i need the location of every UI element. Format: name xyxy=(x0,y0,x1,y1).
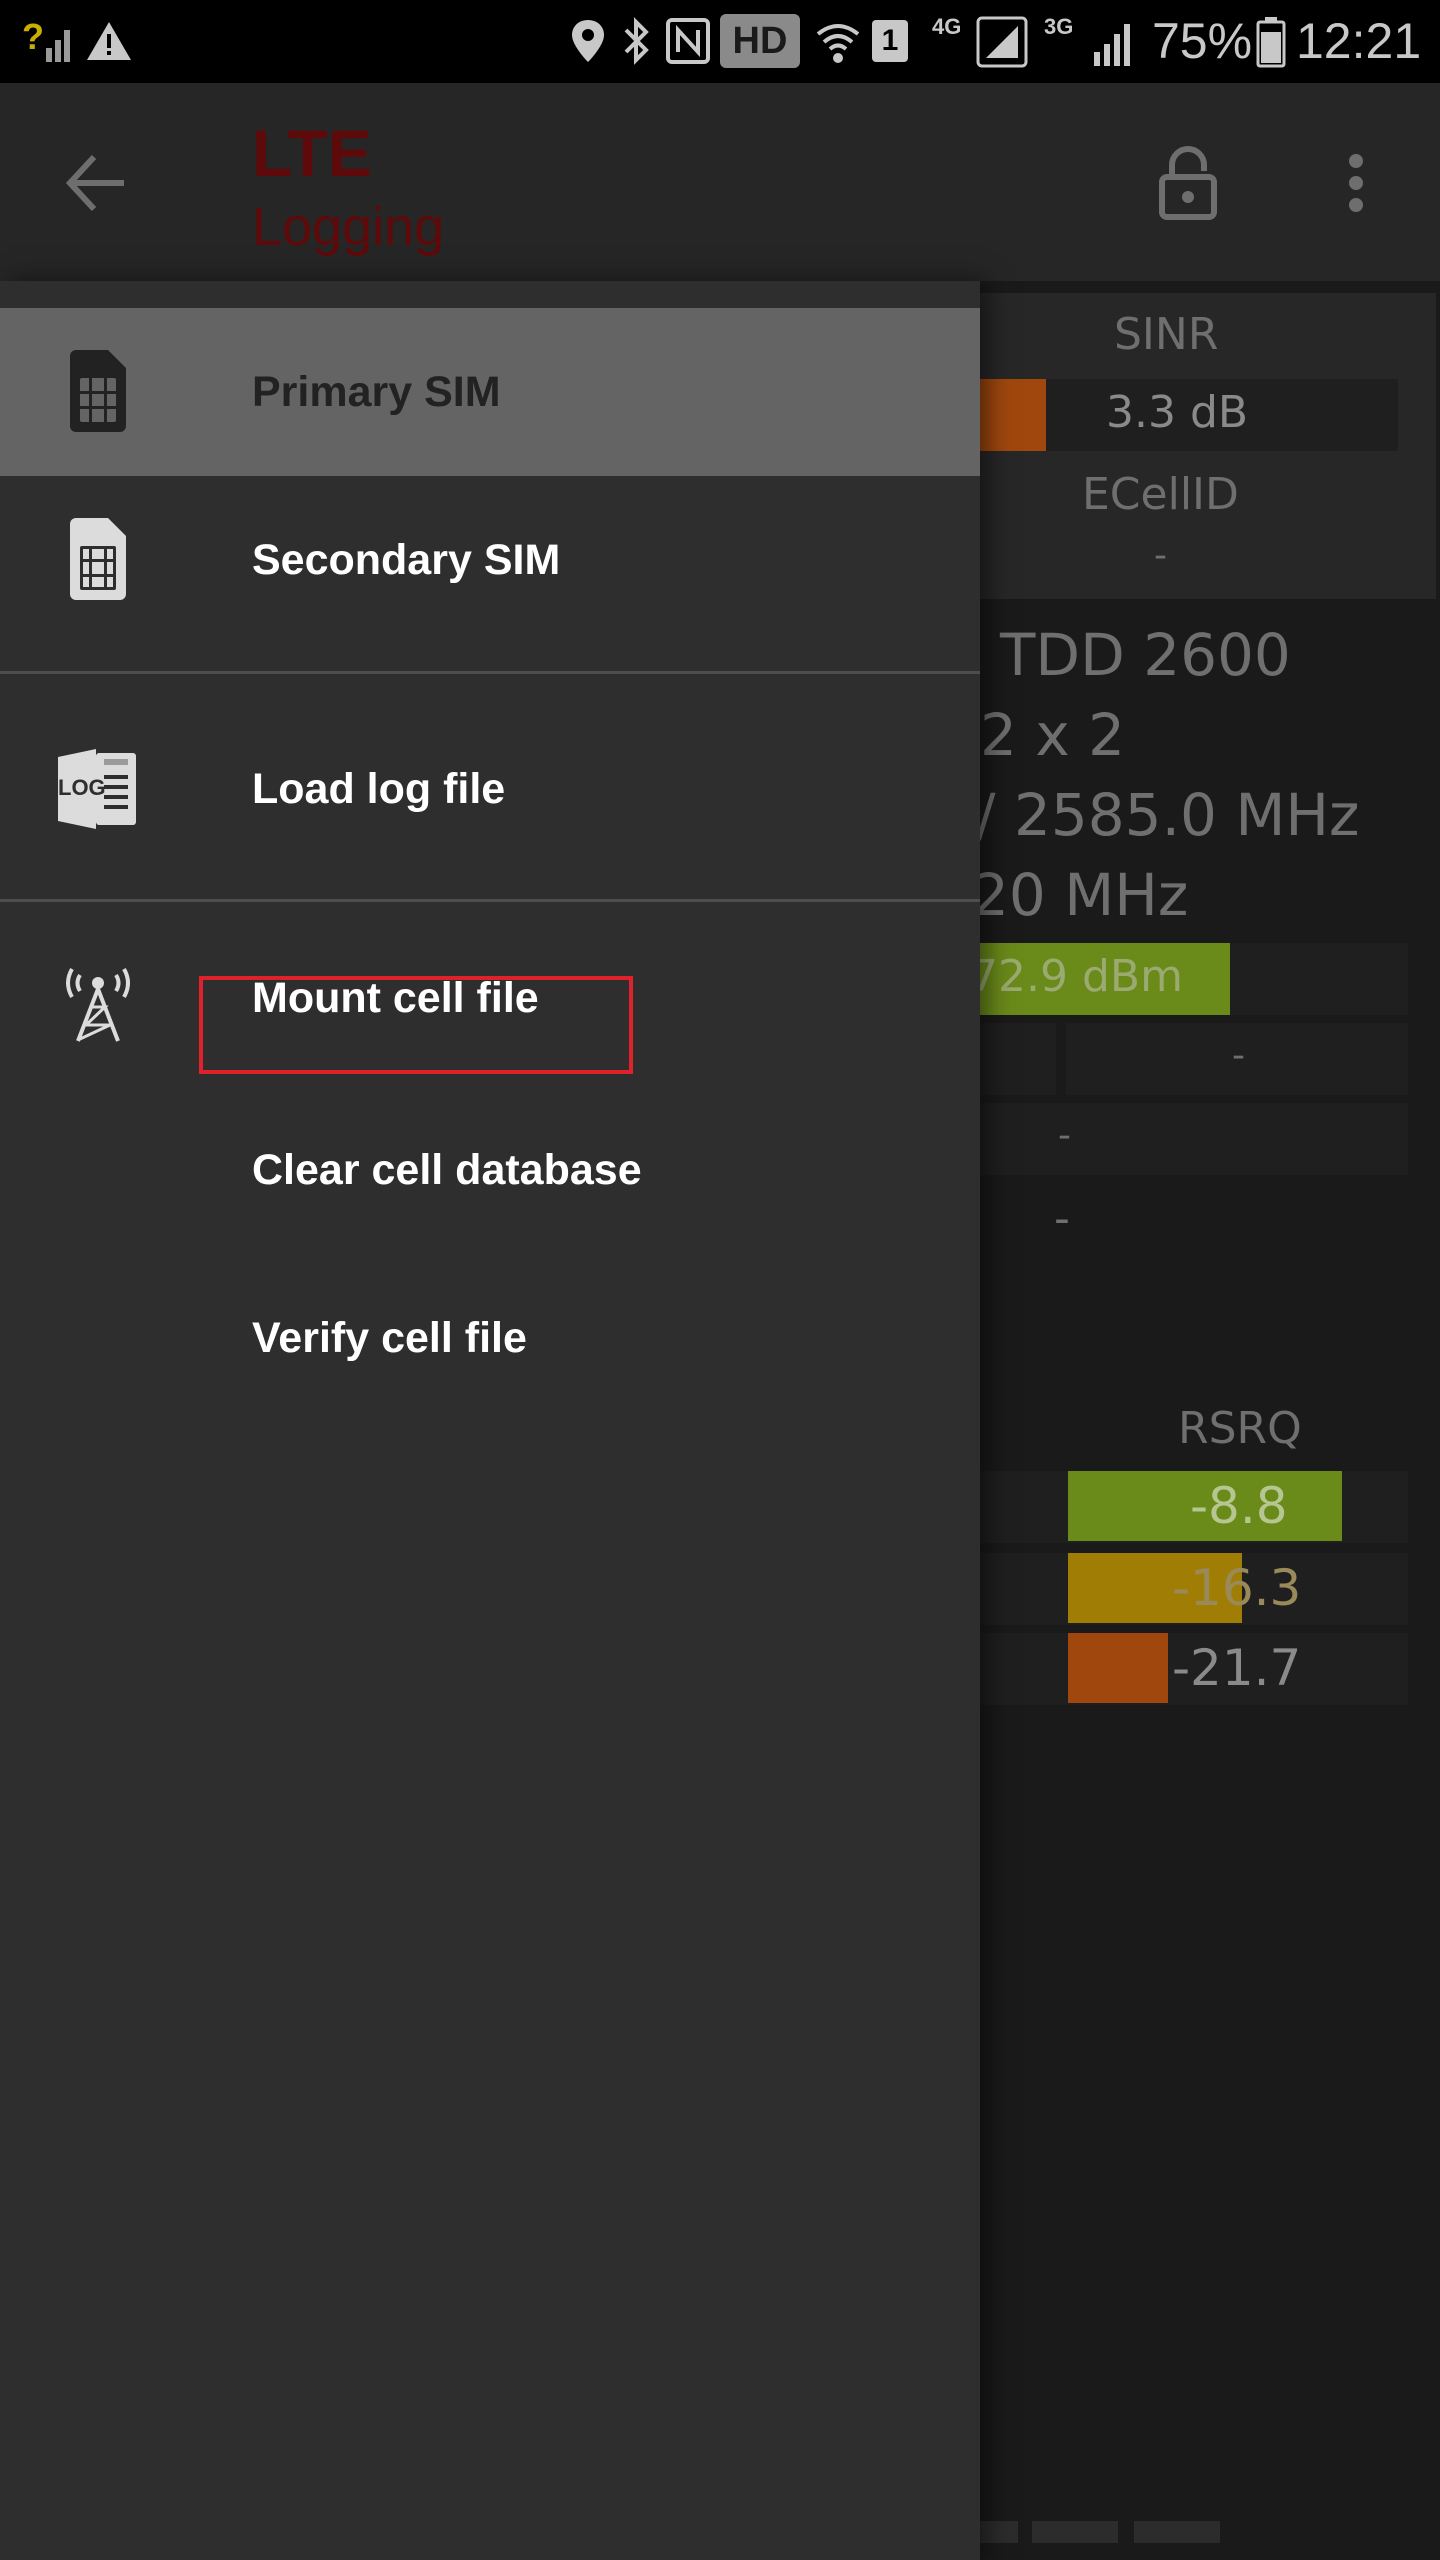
rsrq-value-2: -16.3 xyxy=(1172,1559,1302,1617)
bg-tab-indicator-2 xyxy=(1032,2521,1118,2543)
drawer-item-clear-cell-database[interactable]: Clear cell database xyxy=(0,1105,980,1273)
rsrp-value: 72.9 dBm xyxy=(970,951,1183,1002)
nfc-icon xyxy=(666,18,710,64)
drawer-item-label: Primary SIM xyxy=(252,368,501,416)
hd-voice-icon: HD xyxy=(720,14,800,68)
bg-tab-indicator-3 xyxy=(1134,2521,1220,2543)
bg-row-1 xyxy=(980,1023,1056,1095)
app-toolbar: LTE Logging xyxy=(0,83,1440,281)
log-icon-text: LOG xyxy=(58,775,106,800)
sim-card-icon xyxy=(70,350,126,432)
drawer-item-label: Secondary SIM xyxy=(252,536,561,584)
cell-tower-icon xyxy=(66,968,130,1042)
navigation-drawer: Primary SIM Secondary SIM LOG Load log f… xyxy=(0,281,980,2560)
signal-3g-icon: 3G xyxy=(1044,14,1144,70)
bg-tab-indicator-1 xyxy=(980,2521,1018,2543)
highlight-box xyxy=(199,976,633,1074)
drawer-item-label: Load log file xyxy=(252,765,506,813)
sinr-bar-fill xyxy=(980,379,1046,451)
wifi-calling-icon xyxy=(816,24,860,63)
drawer-item-verify-cell-file[interactable]: Verify cell file xyxy=(0,1273,980,1441)
toolbar-title: LTE xyxy=(252,116,372,190)
status-bar: ? HD 1 4G 3G 75% 12:21 xyxy=(0,0,1440,83)
bg-dash-3: - xyxy=(1054,1193,1070,1244)
rsrq-label: RSRQ xyxy=(1178,1403,1302,1454)
bandwidth-text: 20 MHz xyxy=(972,861,1189,929)
more-vert-icon[interactable] xyxy=(1344,151,1368,215)
drawer-item-load-log-file[interactable]: LOG Load log file xyxy=(0,705,980,873)
battery-icon xyxy=(1256,17,1286,68)
sinr-value: 3.3 dB xyxy=(1106,387,1249,438)
drawer-item-label: Clear cell database xyxy=(252,1146,642,1194)
band-text: TDD 2600 xyxy=(1000,621,1291,689)
log-file-icon: LOG xyxy=(56,747,140,831)
bluetooth-icon xyxy=(624,17,649,65)
drawer-item-secondary-sim[interactable]: Secondary SIM xyxy=(0,476,980,644)
bg-dash-1: - xyxy=(1232,1035,1245,1076)
rsrq-value-3: -21.7 xyxy=(1172,1639,1302,1697)
signal-unknown-icon: ? xyxy=(22,16,72,62)
rsrq-value-1: -8.8 xyxy=(1190,1477,1288,1535)
freq-text: / 2585.0 MHz xyxy=(976,781,1360,849)
bg-row-2 xyxy=(980,1103,1408,1175)
bg-dash-2: - xyxy=(1058,1115,1071,1156)
sim-card-icon xyxy=(70,518,126,600)
warning-icon xyxy=(87,22,131,60)
lock-icon[interactable] xyxy=(1158,145,1218,221)
toolbar-subtitle: Logging xyxy=(252,197,445,257)
drawer-item-primary-sim[interactable]: Primary SIM xyxy=(0,308,980,476)
back-arrow-icon[interactable] xyxy=(64,151,128,215)
drawer-divider xyxy=(0,671,980,674)
mimo-text: 2 x 2 xyxy=(980,701,1125,769)
status-time: 12:21 xyxy=(1296,13,1422,69)
battery-percent: 75% xyxy=(1152,13,1253,69)
drawer-item-label: Verify cell file xyxy=(252,1314,527,1362)
drawer-divider xyxy=(0,899,980,902)
sinr-label: SINR xyxy=(1114,309,1219,360)
ecellid-label: ECellID xyxy=(1082,469,1239,520)
sim1-icon: 1 xyxy=(872,20,908,62)
rsrq-row-3-fill xyxy=(1068,1633,1168,1703)
ecellid-value: - xyxy=(1154,535,1167,576)
location-icon xyxy=(572,20,604,62)
signal-4g-icon: 4G xyxy=(932,14,1032,70)
